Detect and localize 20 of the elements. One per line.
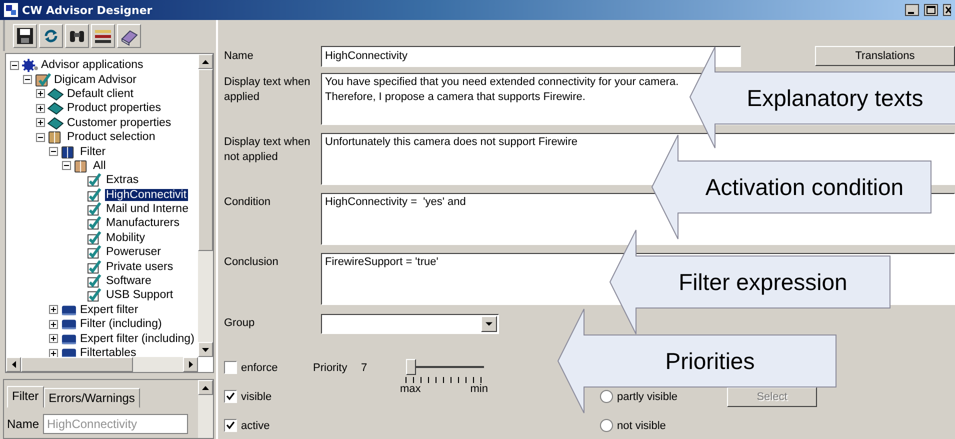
field-label: Display text when not applied — [224, 135, 312, 165]
checkbox-label: enforce — [241, 362, 278, 374]
radio-label: not visible — [617, 420, 666, 432]
max-label: max — [400, 383, 421, 395]
field-label: Condition — [224, 195, 272, 210]
callout-tooltip-text: Filter expression — [678, 268, 848, 297]
callout-tooltip-text: Explanatory texts — [746, 84, 924, 113]
callout-tooltip-text: Priorities — [664, 346, 756, 376]
field-label: Conclusion — [224, 255, 280, 270]
min-label: min — [470, 383, 488, 395]
name-label: Name — [7, 417, 40, 431]
field-label: Display text when applied — [224, 75, 312, 105]
priority-label: Priority — [313, 362, 348, 374]
checkbox-label: visible — [241, 390, 272, 402]
checkbox-label: active — [241, 420, 270, 432]
window-title: CW Advisor Designer — [22, 4, 152, 16]
priority-value: 7 — [361, 362, 368, 374]
name-label: Name — [224, 49, 254, 64]
group-label: Group — [224, 316, 256, 331]
radio-label: partly visible — [617, 390, 678, 402]
